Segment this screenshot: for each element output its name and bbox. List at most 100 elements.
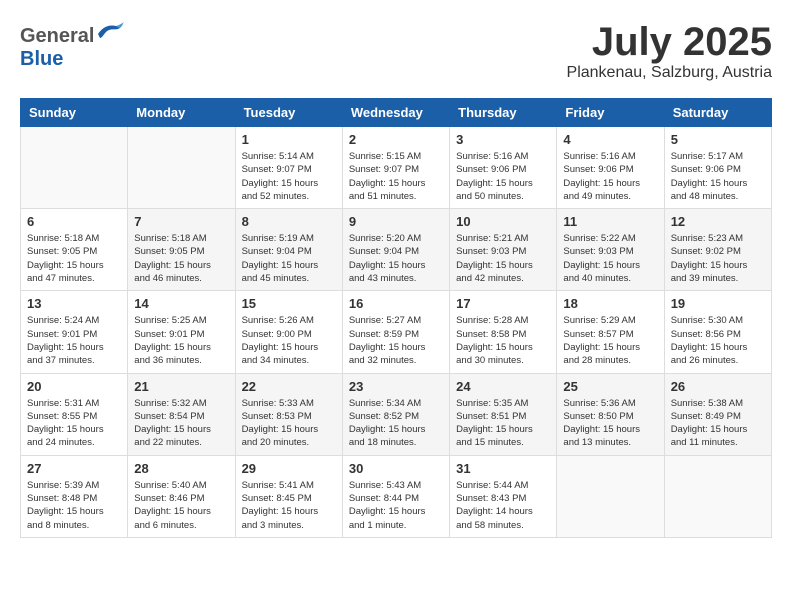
day-number: 3: [456, 132, 550, 147]
day-number: 23: [349, 379, 443, 394]
calendar-cell: 15 Sunrise: 5:26 AM Sunset: 9:00 PM Dayli…: [235, 291, 342, 373]
calendar-cell: [557, 455, 664, 537]
calendar-header-row: SundayMondayTuesdayWednesdayThursdayFrid…: [21, 99, 772, 127]
day-info: Sunrise: 5:16 AM Sunset: 9:06 PM Dayligh…: [563, 150, 657, 203]
day-info: Sunrise: 5:32 AM Sunset: 8:54 PM Dayligh…: [134, 397, 228, 450]
calendar-cell: [21, 127, 128, 209]
calendar-header-saturday: Saturday: [664, 99, 771, 127]
day-number: 2: [349, 132, 443, 147]
calendar-week-1: 1Sunrise: 5:14 AM Sunset: 9:07 PM Daylig…: [21, 127, 772, 209]
day-info: Sunrise: 5:24 AM Sunset: 9:01 PM Dayligh…: [27, 314, 121, 367]
calendar-cell: 13 Sunrise: 5:24 AM Sunset: 9:01 PM Dayli…: [21, 291, 128, 373]
day-number: 22: [242, 379, 336, 394]
calendar-header-friday: Friday: [557, 99, 664, 127]
day-number: 21: [134, 379, 228, 394]
calendar-cell: 17 Sunrise: 5:28 AM Sunset: 8:58 PM Dayli…: [450, 291, 557, 373]
day-number: 14: [134, 296, 228, 311]
day-info: Sunrise: 5:26 AM Sunset: 9:00 PM Dayligh…: [242, 314, 336, 367]
title-area: July 2025 Plankenau, Salzburg, Austria: [567, 20, 772, 82]
day-info: Sunrise: 5:20 AM Sunset: 9:04 PM Dayligh…: [349, 232, 443, 285]
location: Plankenau, Salzburg, Austria: [567, 64, 772, 82]
calendar-cell: 14Sunrise: 5:25 AM Sunset: 9:01 PM Dayli…: [128, 291, 235, 373]
calendar-cell: 4 Sunrise: 5:16 AM Sunset: 9:06 PM Daylig…: [557, 127, 664, 209]
day-info: Sunrise: 5:18 AM Sunset: 9:05 PM Dayligh…: [27, 232, 121, 285]
day-info: Sunrise: 5:40 AM Sunset: 8:46 PM Dayligh…: [134, 479, 228, 532]
calendar-cell: 20 Sunrise: 5:31 AM Sunset: 8:55 PM Dayli…: [21, 373, 128, 455]
calendar-cell: 16Sunrise: 5:27 AM Sunset: 8:59 PM Dayli…: [342, 291, 449, 373]
calendar-cell: 8 Sunrise: 5:19 AM Sunset: 9:04 PM Daylig…: [235, 209, 342, 291]
calendar-cell: 3 Sunrise: 5:16 AM Sunset: 9:06 PM Daylig…: [450, 127, 557, 209]
calendar-cell: [664, 455, 771, 537]
calendar-cell: 11 Sunrise: 5:22 AM Sunset: 9:03 PM Dayli…: [557, 209, 664, 291]
calendar-cell: 2Sunrise: 5:15 AM Sunset: 9:07 PM Daylig…: [342, 127, 449, 209]
day-info: Sunrise: 5:33 AM Sunset: 8:53 PM Dayligh…: [242, 397, 336, 450]
day-info: Sunrise: 5:35 AM Sunset: 8:51 PM Dayligh…: [456, 397, 550, 450]
day-info: Sunrise: 5:41 AM Sunset: 8:45 PM Dayligh…: [242, 479, 336, 532]
day-number: 8: [242, 214, 336, 229]
calendar-cell: 31 Sunrise: 5:44 AM Sunset: 8:43 PM Dayli…: [450, 455, 557, 537]
page-header: General Blue July 2025 Plankenau, Salzbu…: [20, 20, 772, 82]
calendar-cell: [128, 127, 235, 209]
day-number: 11: [563, 214, 657, 229]
calendar-cell: 24 Sunrise: 5:35 AM Sunset: 8:51 PM Dayli…: [450, 373, 557, 455]
calendar-cell: 7 Sunrise: 5:18 AM Sunset: 9:05 PM Daylig…: [128, 209, 235, 291]
day-info: Sunrise: 5:14 AM Sunset: 9:07 PM Dayligh…: [242, 150, 336, 203]
day-info: Sunrise: 5:43 AM Sunset: 8:44 PM Dayligh…: [349, 479, 443, 532]
day-number: 4: [563, 132, 657, 147]
calendar-cell: 19Sunrise: 5:30 AM Sunset: 8:56 PM Dayli…: [664, 291, 771, 373]
logo-blue: Blue: [20, 48, 63, 70]
day-info: Sunrise: 5:44 AM Sunset: 8:43 PM Dayligh…: [456, 479, 550, 532]
calendar-cell: 23 Sunrise: 5:34 AM Sunset: 8:52 PM Dayli…: [342, 373, 449, 455]
day-number: 18: [563, 296, 657, 311]
calendar-cell: 5 Sunrise: 5:17 AM Sunset: 9:06 PM Daylig…: [664, 127, 771, 209]
month-title: July 2025: [567, 20, 772, 64]
calendar-cell: 27Sunrise: 5:39 AM Sunset: 8:48 PM Dayli…: [21, 455, 128, 537]
logo: General Blue: [20, 20, 124, 71]
day-info: Sunrise: 5:17 AM Sunset: 9:06 PM Dayligh…: [671, 150, 765, 203]
day-info: Sunrise: 5:30 AM Sunset: 8:56 PM Dayligh…: [671, 314, 765, 367]
day-number: 29: [242, 461, 336, 476]
day-info: Sunrise: 5:31 AM Sunset: 8:55 PM Dayligh…: [27, 397, 121, 450]
calendar-week-4: 20 Sunrise: 5:31 AM Sunset: 8:55 PM Dayli…: [21, 373, 772, 455]
day-number: 7: [134, 214, 228, 229]
day-info: Sunrise: 5:22 AM Sunset: 9:03 PM Dayligh…: [563, 232, 657, 285]
day-info: Sunrise: 5:27 AM Sunset: 8:59 PM Dayligh…: [349, 314, 443, 367]
day-number: 20: [27, 379, 121, 394]
calendar-header-tuesday: Tuesday: [235, 99, 342, 127]
calendar-header-thursday: Thursday: [450, 99, 557, 127]
calendar-cell: 9 Sunrise: 5:20 AM Sunset: 9:04 PM Daylig…: [342, 209, 449, 291]
calendar-week-3: 13 Sunrise: 5:24 AM Sunset: 9:01 PM Dayli…: [21, 291, 772, 373]
day-info: Sunrise: 5:34 AM Sunset: 8:52 PM Dayligh…: [349, 397, 443, 450]
day-number: 30: [349, 461, 443, 476]
logo-text: General: [20, 20, 124, 48]
day-info: Sunrise: 5:21 AM Sunset: 9:03 PM Dayligh…: [456, 232, 550, 285]
calendar-week-2: 6Sunrise: 5:18 AM Sunset: 9:05 PM Daylig…: [21, 209, 772, 291]
calendar-cell: 30 Sunrise: 5:43 AM Sunset: 8:44 PM Dayli…: [342, 455, 449, 537]
day-number: 15: [242, 296, 336, 311]
calendar-cell: 1Sunrise: 5:14 AM Sunset: 9:07 PM Daylig…: [235, 127, 342, 209]
calendar-cell: 29 Sunrise: 5:41 AM Sunset: 8:45 PM Dayli…: [235, 455, 342, 537]
day-number: 5: [671, 132, 765, 147]
day-number: 27: [27, 461, 121, 476]
day-number: 25: [563, 379, 657, 394]
day-info: Sunrise: 5:16 AM Sunset: 9:06 PM Dayligh…: [456, 150, 550, 203]
calendar-cell: 12Sunrise: 5:23 AM Sunset: 9:02 PM Dayli…: [664, 209, 771, 291]
calendar-header-monday: Monday: [128, 99, 235, 127]
day-info: Sunrise: 5:18 AM Sunset: 9:05 PM Dayligh…: [134, 232, 228, 285]
day-info: Sunrise: 5:38 AM Sunset: 8:49 PM Dayligh…: [671, 397, 765, 450]
calendar-table: SundayMondayTuesdayWednesdayThursdayFrid…: [20, 98, 772, 538]
logo-bird-icon: [96, 20, 124, 42]
calendar-cell: 25 Sunrise: 5:36 AM Sunset: 8:50 PM Dayli…: [557, 373, 664, 455]
day-number: 13: [27, 296, 121, 311]
calendar-cell: 26 Sunrise: 5:38 AM Sunset: 8:49 PM Dayli…: [664, 373, 771, 455]
calendar-cell: 10Sunrise: 5:21 AM Sunset: 9:03 PM Dayli…: [450, 209, 557, 291]
day-number: 31: [456, 461, 550, 476]
day-number: 24: [456, 379, 550, 394]
day-number: 17: [456, 296, 550, 311]
day-number: 9: [349, 214, 443, 229]
day-number: 26: [671, 379, 765, 394]
day-info: Sunrise: 5:19 AM Sunset: 9:04 PM Dayligh…: [242, 232, 336, 285]
calendar-cell: 18Sunrise: 5:29 AM Sunset: 8:57 PM Dayli…: [557, 291, 664, 373]
day-info: Sunrise: 5:28 AM Sunset: 8:58 PM Dayligh…: [456, 314, 550, 367]
day-info: Sunrise: 5:36 AM Sunset: 8:50 PM Dayligh…: [563, 397, 657, 450]
